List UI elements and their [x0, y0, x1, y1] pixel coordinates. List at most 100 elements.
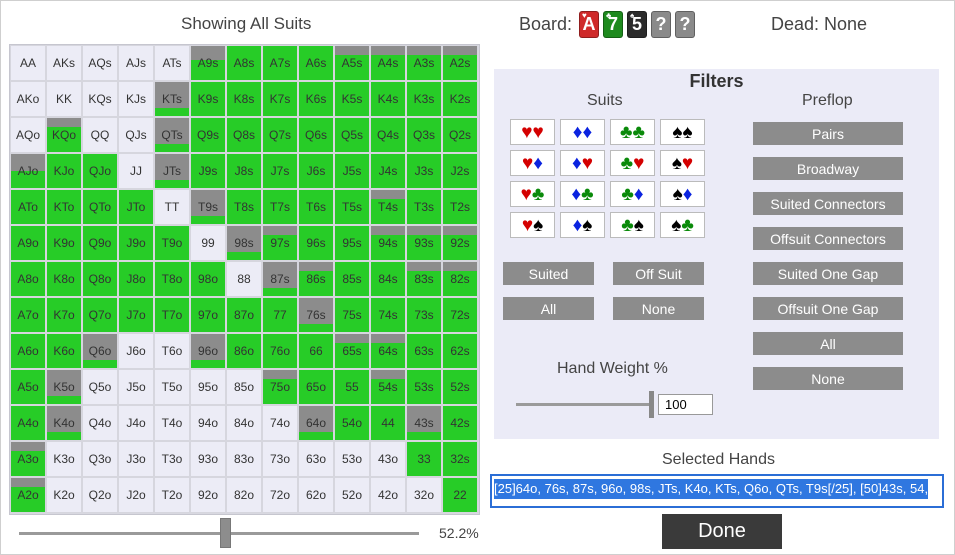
suit-combo-box[interactable]: ♠ ♠ — [660, 119, 705, 145]
hand-cell-84s[interactable]: 84s — [370, 261, 406, 297]
hand-cell-96o[interactable]: 96o — [190, 333, 226, 369]
hand-cell-a3o[interactable]: A3o — [10, 441, 46, 477]
hand-cell-84o[interactable]: 84o — [226, 405, 262, 441]
hand-cell-73o[interactable]: 73o — [262, 441, 298, 477]
hand-cell-97s[interactable]: 97s — [262, 225, 298, 261]
hand-cell-ajs[interactable]: AJs — [118, 45, 154, 81]
hand-cell-94s[interactable]: 94s — [370, 225, 406, 261]
hand-cell-t9o[interactable]: T9o — [154, 225, 190, 261]
hand-cell-t6o[interactable]: T6o — [154, 333, 190, 369]
hand-cell-ats[interactable]: ATs — [154, 45, 190, 81]
hand-cell-63o[interactable]: 63o — [298, 441, 334, 477]
hand-cell-q2o[interactable]: Q2o — [82, 477, 118, 513]
hand-cell-98o[interactable]: 98o — [190, 261, 226, 297]
hand-cell-kjs[interactable]: KJs — [118, 81, 154, 117]
hand-cell-q3s[interactable]: Q3s — [406, 117, 442, 153]
hand-cell-j9s[interactable]: J9s — [190, 153, 226, 189]
hand-cell-52o[interactable]: 52o — [334, 477, 370, 513]
hand-cell-92s[interactable]: 92s — [442, 225, 478, 261]
hand-cell-a3s[interactable]: A3s — [406, 45, 442, 81]
hand-cell-k9s[interactable]: K9s — [190, 81, 226, 117]
hand-cell-88[interactable]: 88 — [226, 261, 262, 297]
hand-cell-k9o[interactable]: K9o — [46, 225, 82, 261]
hand-weight-slider-thumb[interactable] — [649, 391, 654, 418]
hand-cell-j3s[interactable]: J3s — [406, 153, 442, 189]
hand-cell-q5o[interactable]: Q5o — [82, 369, 118, 405]
suit-combo-box[interactable]: ♣ ♦ — [610, 181, 655, 207]
hand-cell-jts[interactable]: JTs — [154, 153, 190, 189]
hand-cell-j9o[interactable]: J9o — [118, 225, 154, 261]
hand-cell-t2o[interactable]: T2o — [154, 477, 190, 513]
suit-combo-box[interactable]: ♣ ♠ — [610, 212, 655, 238]
hand-cell-52s[interactable]: 52s — [442, 369, 478, 405]
board-card-1[interactable]: ♥ A — [579, 11, 599, 38]
hand-cell-j6s[interactable]: J6s — [298, 153, 334, 189]
preflop-button-none[interactable]: None — [753, 367, 903, 390]
hand-cell-k5o[interactable]: K5o — [46, 369, 82, 405]
hand-cell-22[interactable]: 22 — [442, 477, 478, 513]
hand-cell-72o[interactable]: 72o — [262, 477, 298, 513]
hand-cell-j7s[interactable]: J7s — [262, 153, 298, 189]
hand-cell-a9s[interactable]: A9s — [190, 45, 226, 81]
hand-cell-q6o[interactable]: Q6o — [82, 333, 118, 369]
hand-cell-76s[interactable]: 76s — [298, 297, 334, 333]
hand-cell-85o[interactable]: 85o — [226, 369, 262, 405]
hand-cell-k4s[interactable]: K4s — [370, 81, 406, 117]
hand-cell-j2o[interactable]: J2o — [118, 477, 154, 513]
hand-cell-t9s[interactable]: T9s — [190, 189, 226, 225]
dead-cards-label[interactable]: Dead: None — [771, 14, 867, 35]
suit-combo-box[interactable]: ♦ ♥ — [560, 150, 605, 176]
hand-cell-a2s[interactable]: A2s — [442, 45, 478, 81]
hand-cell-t8o[interactable]: T8o — [154, 261, 190, 297]
hand-cell-j5o[interactable]: J5o — [118, 369, 154, 405]
hand-cell-qjs[interactable]: QJs — [118, 117, 154, 153]
hand-cell-k2s[interactable]: K2s — [442, 81, 478, 117]
hand-cell-j8o[interactable]: J8o — [118, 261, 154, 297]
hand-cell-a8s[interactable]: A8s — [226, 45, 262, 81]
hand-cell-66[interactable]: 66 — [298, 333, 334, 369]
hand-cell-t4s[interactable]: T4s — [370, 189, 406, 225]
hand-cell-83s[interactable]: 83s — [406, 261, 442, 297]
hand-cell-62o[interactable]: 62o — [298, 477, 334, 513]
hand-cell-k5s[interactable]: K5s — [334, 81, 370, 117]
suit-combo-box[interactable]: ♦ ♦ — [560, 119, 605, 145]
hand-cell-86s[interactable]: 86s — [298, 261, 334, 297]
hand-cell-k4o[interactable]: K4o — [46, 405, 82, 441]
hand-cell-q4o[interactable]: Q4o — [82, 405, 118, 441]
hand-cell-95s[interactable]: 95s — [334, 225, 370, 261]
hand-cell-a8o[interactable]: A8o — [10, 261, 46, 297]
hand-cell-82o[interactable]: 82o — [226, 477, 262, 513]
preflop-button-broadway[interactable]: Broadway — [753, 157, 903, 180]
suit-combo-box[interactable]: ♥ ♥ — [510, 119, 555, 145]
hand-cell-q2s[interactable]: Q2s — [442, 117, 478, 153]
hand-cell-j3o[interactable]: J3o — [118, 441, 154, 477]
hand-cell-j4s[interactable]: J4s — [370, 153, 406, 189]
hand-cell-ato[interactable]: ATo — [10, 189, 46, 225]
hand-cell-t3o[interactable]: T3o — [154, 441, 190, 477]
hand-cell-85s[interactable]: 85s — [334, 261, 370, 297]
hand-cell-t2s[interactable]: T2s — [442, 189, 478, 225]
hand-cell-aks[interactable]: AKs — [46, 45, 82, 81]
suited-button[interactable]: Suited — [503, 262, 594, 285]
hand-cell-93s[interactable]: 93s — [406, 225, 442, 261]
hand-cell-q3o[interactable]: Q3o — [82, 441, 118, 477]
hand-cell-32o[interactable]: 32o — [406, 477, 442, 513]
hand-cell-44[interactable]: 44 — [370, 405, 406, 441]
hand-cell-jto[interactable]: JTo — [118, 189, 154, 225]
hand-cell-j8s[interactable]: J8s — [226, 153, 262, 189]
hand-range-grid[interactable]: AA AKs AQs AJs ATs A9s A8s A7s A6s A5s A4s A3s A2s AK… — [9, 44, 480, 515]
hand-cell-87o[interactable]: 87o — [226, 297, 262, 333]
hand-cell-42o[interactable]: 42o — [370, 477, 406, 513]
hand-cell-53s[interactable]: 53s — [406, 369, 442, 405]
hand-cell-k8o[interactable]: K8o — [46, 261, 82, 297]
hand-cell-q8s[interactable]: Q8s — [226, 117, 262, 153]
hand-cell-t4o[interactable]: T4o — [154, 405, 190, 441]
hand-cell-ako[interactable]: AKo — [10, 81, 46, 117]
hand-cell-qjo[interactable]: QJo — [82, 153, 118, 189]
hand-cell-q9s[interactable]: Q9s — [190, 117, 226, 153]
suit-combo-box[interactable]: ♥ ♠ — [510, 212, 555, 238]
suit-combo-box[interactable]: ♣ ♣ — [610, 119, 655, 145]
hand-cell-95o[interactable]: 95o — [190, 369, 226, 405]
hand-cell-kk[interactable]: KK — [46, 81, 82, 117]
hand-cell-q8o[interactable]: Q8o — [82, 261, 118, 297]
